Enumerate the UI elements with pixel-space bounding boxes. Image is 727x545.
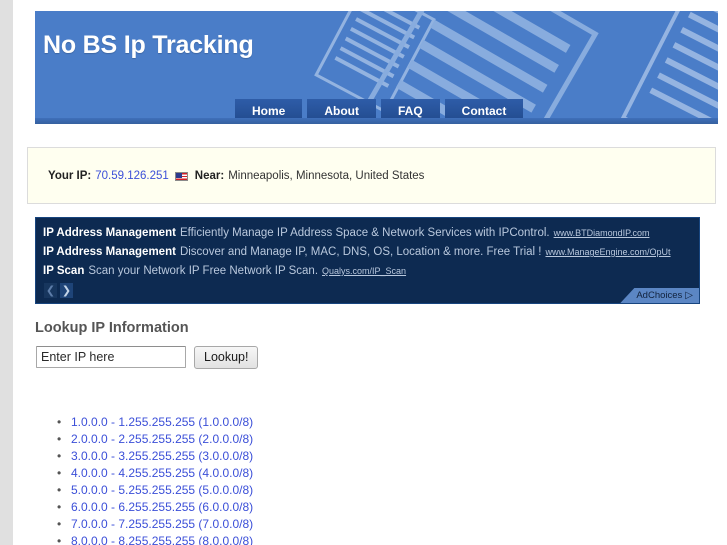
list-item: 4.0.0.0 - 4.255.255.255 (4.0.0.0/8) [57, 465, 671, 482]
ad-title[interactable]: IP Address Management [43, 246, 176, 258]
list-item: 1.0.0.0 - 1.255.255.255 (1.0.0.0/8) [57, 414, 671, 431]
lookup-button[interactable]: Lookup! [194, 346, 259, 369]
near-label: Near: [194, 170, 225, 182]
page-container: No BS Ip Tracking Home About FAQ Contact… [13, 0, 727, 545]
ip-input[interactable] [36, 346, 186, 368]
ad-pagination: ❮ ❯ [44, 283, 73, 298]
ad-description: Efficiently Manage IP Address Space & Ne… [179, 227, 550, 239]
ip-range-link[interactable]: 3.0.0.0 - 3.255.255.255 (3.0.0.0/8) [71, 449, 253, 463]
chevron-right-icon[interactable]: ❯ [60, 283, 73, 298]
ip-range-link[interactable]: 6.0.0.0 - 6.255.255.255 (6.0.0.0/8) [71, 500, 253, 514]
list-item: 3.0.0.0 - 3.255.255.255 (3.0.0.0/8) [57, 448, 671, 465]
ad-url[interactable]: www.ManageEngine.com/OpUt [545, 247, 670, 257]
ip-range-link[interactable]: 4.0.0.0 - 4.255.255.255 (4.0.0.0/8) [71, 466, 253, 480]
ad-row[interactable]: IP Address Management Efficiently Manage … [43, 226, 649, 240]
ad-row[interactable]: IP Address Management Discover and Manage… [43, 245, 671, 259]
header-bottom-bar [35, 118, 718, 124]
ip-range-link[interactable]: 1.0.0.0 - 1.255.255.255 (1.0.0.0/8) [71, 415, 253, 429]
your-ip-label: Your IP: [48, 170, 92, 182]
list-item: 6.0.0.0 - 6.255.255.255 (6.0.0.0/8) [57, 499, 671, 516]
your-ip-banner-text: Your IP: 70.59.126.251 Near: Minneapolis… [48, 170, 424, 182]
ad-description: Discover and Manage IP, MAC, DNS, OS, Lo… [179, 246, 542, 258]
adchoices-triangle-icon: ▷ [685, 289, 693, 301]
ad-title[interactable]: IP Address Management [43, 227, 176, 239]
us-flag-icon [174, 171, 188, 181]
ip-range-list: 1.0.0.0 - 1.255.255.255 (1.0.0.0/8) 2.0.… [35, 414, 671, 545]
near-location-value: Minneapolis, Minnesota, United States [228, 170, 425, 182]
your-ip-value[interactable]: 70.59.126.251 [95, 170, 169, 182]
ad-url[interactable]: www.BTDiamondIP.com [554, 228, 650, 238]
ad-row[interactable]: IP Scan Scan your Network IP Free Network… [43, 264, 406, 278]
chevron-left-icon[interactable]: ❮ [44, 283, 57, 298]
lookup-form: Lookup! [36, 346, 259, 369]
ip-range-link[interactable]: 5.0.0.0 - 5.255.255.255 (5.0.0.0/8) [71, 483, 253, 497]
advertisement-block: IP Address Management Efficiently Manage … [35, 217, 700, 304]
ip-range-link[interactable]: 2.0.0.0 - 2.255.255.255 (2.0.0.0/8) [71, 432, 253, 446]
list-item: 8.0.0.0 - 8.255.255.255 (8.0.0.0/8) [57, 533, 671, 545]
site-title: No BS Ip Tracking [43, 31, 254, 59]
list-item: 7.0.0.0 - 7.255.255.255 (7.0.0.0/8) [57, 516, 671, 533]
ad-title[interactable]: IP Scan [43, 265, 84, 277]
list-item: 2.0.0.0 - 2.255.255.255 (2.0.0.0/8) [57, 431, 671, 448]
site-header: No BS Ip Tracking Home About FAQ Contact [35, 11, 718, 124]
ad-url[interactable]: Qualys.com/IP_Scan [322, 266, 406, 276]
adchoices-button[interactable]: AdChoices ▷ [620, 288, 699, 303]
ip-range-link[interactable]: 7.0.0.0 - 7.255.255.255 (7.0.0.0/8) [71, 517, 253, 531]
list-item: 5.0.0.0 - 5.255.255.255 (5.0.0.0/8) [57, 482, 671, 499]
your-ip-banner: Your IP: 70.59.126.251 Near: Minneapolis… [27, 147, 716, 204]
ip-range-link[interactable]: 8.0.0.0 - 8.255.255.255 (8.0.0.0/8) [71, 534, 253, 545]
ad-description: Scan your Network IP Free Network IP Sca… [88, 265, 319, 277]
adchoices-label: AdChoices [636, 290, 683, 301]
lookup-heading: Lookup IP Information [35, 320, 189, 336]
